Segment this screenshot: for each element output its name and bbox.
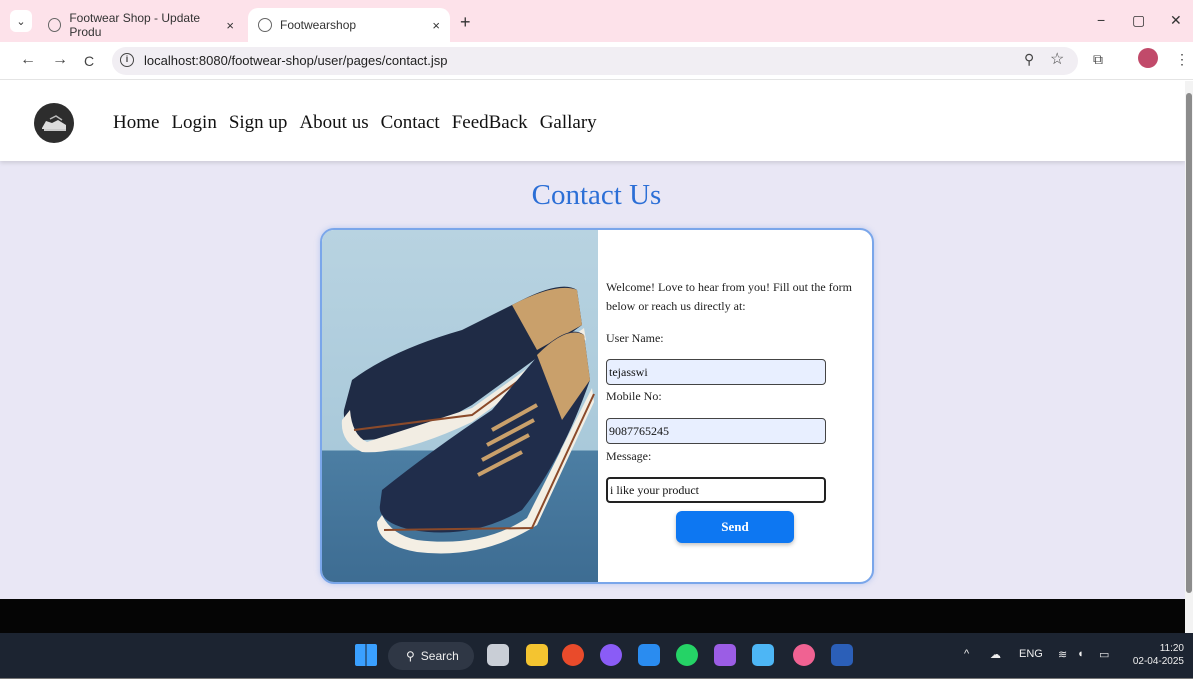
restore-icon[interactable]: ▢	[1132, 12, 1145, 29]
battery-icon[interactable]: ▭	[1099, 648, 1109, 661]
tab-search-button[interactable]: ⌄	[10, 10, 32, 32]
nav-home[interactable]: Home	[113, 112, 159, 134]
browser-tab-strip: ⌄ Footwear Shop - Update Produ × Footwea…	[0, 0, 1193, 42]
screen: ⌄ Footwear Shop - Update Produ × Footwea…	[0, 0, 1193, 683]
word-icon[interactable]	[831, 644, 853, 666]
close-window-icon[interactable]: ✕	[1170, 12, 1182, 29]
menu-icon[interactable]: ⋮	[1175, 51, 1189, 68]
site-header: Home Login Sign up About us Contact Feed…	[0, 81, 1185, 161]
file-explorer-icon[interactable]	[526, 644, 548, 666]
visual-studio-icon[interactable]	[714, 644, 736, 666]
globe-icon	[48, 18, 62, 32]
welcome-text: Welcome! Love to hear from you! Fill out…	[606, 280, 852, 313]
taskbar-search[interactable]: ⚲ Search	[388, 642, 474, 670]
nav-contact[interactable]: Contact	[381, 112, 440, 134]
nav-gallery[interactable]: Gallary	[540, 112, 597, 134]
avatar[interactable]	[1138, 48, 1158, 68]
chevron-up-icon[interactable]: ^	[964, 648, 969, 660]
contact-card: Welcome! Love to hear from you! Fill out…	[320, 228, 874, 584]
page-title: Contact Us	[531, 179, 662, 211]
page-scrollbar[interactable]	[1185, 81, 1193, 633]
search-label: Search	[420, 649, 459, 663]
tab-title: Footwearshop	[280, 18, 357, 32]
tab-footwearshop[interactable]: Footwearshop ×	[248, 8, 450, 42]
search-icon: ⚲	[406, 649, 415, 663]
shoe-illustration	[341, 286, 595, 554]
reload-icon[interactable]: C	[84, 53, 94, 69]
windows-taskbar: ⚲ Search ^ ☁ ENG ≋ ◖ ▭ 11:20 02-04-2025	[0, 633, 1193, 678]
language-indicator[interactable]: ENG	[1019, 648, 1043, 660]
globe-icon	[258, 18, 272, 32]
shoe-logo-graphic	[42, 115, 66, 131]
nav-login[interactable]: Login	[171, 112, 216, 134]
nav-signup[interactable]: Sign up	[229, 112, 288, 134]
mobile-input[interactable]	[606, 418, 826, 444]
forward-icon[interactable]: →	[52, 51, 68, 69]
tab-title: Footwear Shop - Update Produ	[69, 11, 201, 39]
star-icon[interactable]: ☆	[1050, 49, 1064, 69]
browser-toolbar: ← → C i localhost:8080/footwear-shop/use…	[0, 42, 1193, 80]
back-icon[interactable]: ←	[20, 51, 36, 69]
message-input[interactable]	[606, 477, 826, 503]
shoe-logo-icon[interactable]	[34, 103, 74, 143]
nav-feedback[interactable]: FeedBack	[452, 112, 528, 134]
site-footer	[0, 599, 1185, 633]
whatsapp-icon[interactable]	[676, 644, 698, 666]
main-nav: Home Login Sign up About us Contact Feed…	[113, 112, 597, 134]
windows-start-icon[interactable]	[355, 644, 377, 666]
tab-update-product[interactable]: Footwear Shop - Update Produ ×	[38, 8, 244, 42]
task-view-icon[interactable]	[487, 644, 509, 666]
address-bar[interactable]: i localhost:8080/footwear-shop/user/page…	[112, 47, 1078, 75]
mobile-label: Mobile No:	[606, 389, 662, 403]
app-icon[interactable]	[752, 644, 774, 666]
vscode-icon[interactable]	[638, 644, 660, 666]
volume-icon[interactable]: ◖	[1077, 648, 1084, 660]
bottom-strip	[0, 678, 1193, 683]
shoe-image	[322, 230, 598, 582]
copilot-icon[interactable]	[600, 644, 622, 666]
send-button[interactable]: Send	[676, 511, 794, 543]
info-icon[interactable]: i	[120, 53, 134, 67]
cloud-icon[interactable]: ☁	[990, 648, 1001, 661]
chevron-down-icon: ⌄	[16, 15, 26, 28]
url-text: localhost:8080/footwear-shop/user/pages/…	[144, 53, 448, 68]
contact-form: Welcome! Love to hear from you! Fill out…	[606, 230, 872, 582]
chrome-profile-icon[interactable]	[793, 644, 815, 666]
username-input[interactable]	[606, 359, 826, 385]
extensions-icon[interactable]: ⧉	[1093, 51, 1103, 68]
close-tab-icon[interactable]: ×	[432, 18, 440, 33]
date: 02-04-2025	[1132, 656, 1184, 667]
username-label: User Name:	[606, 331, 664, 345]
new-tab-button[interactable]: +	[460, 12, 471, 33]
minimize-icon[interactable]: −	[1097, 12, 1105, 28]
wifi-icon[interactable]: ≋	[1058, 648, 1067, 661]
scrollbar-thumb[interactable]	[1186, 93, 1192, 593]
nav-about[interactable]: About us	[299, 112, 368, 134]
time: 11:20	[1159, 643, 1184, 654]
message-label: Message:	[606, 449, 652, 463]
close-tab-icon[interactable]: ×	[226, 18, 234, 33]
zoom-icon[interactable]: ⚲	[1024, 51, 1034, 68]
chrome-icon[interactable]	[562, 644, 584, 666]
web-page: Home Login Sign up About us Contact Feed…	[0, 81, 1185, 633]
clock[interactable]: 11:20 02-04-2025	[1126, 642, 1184, 668]
